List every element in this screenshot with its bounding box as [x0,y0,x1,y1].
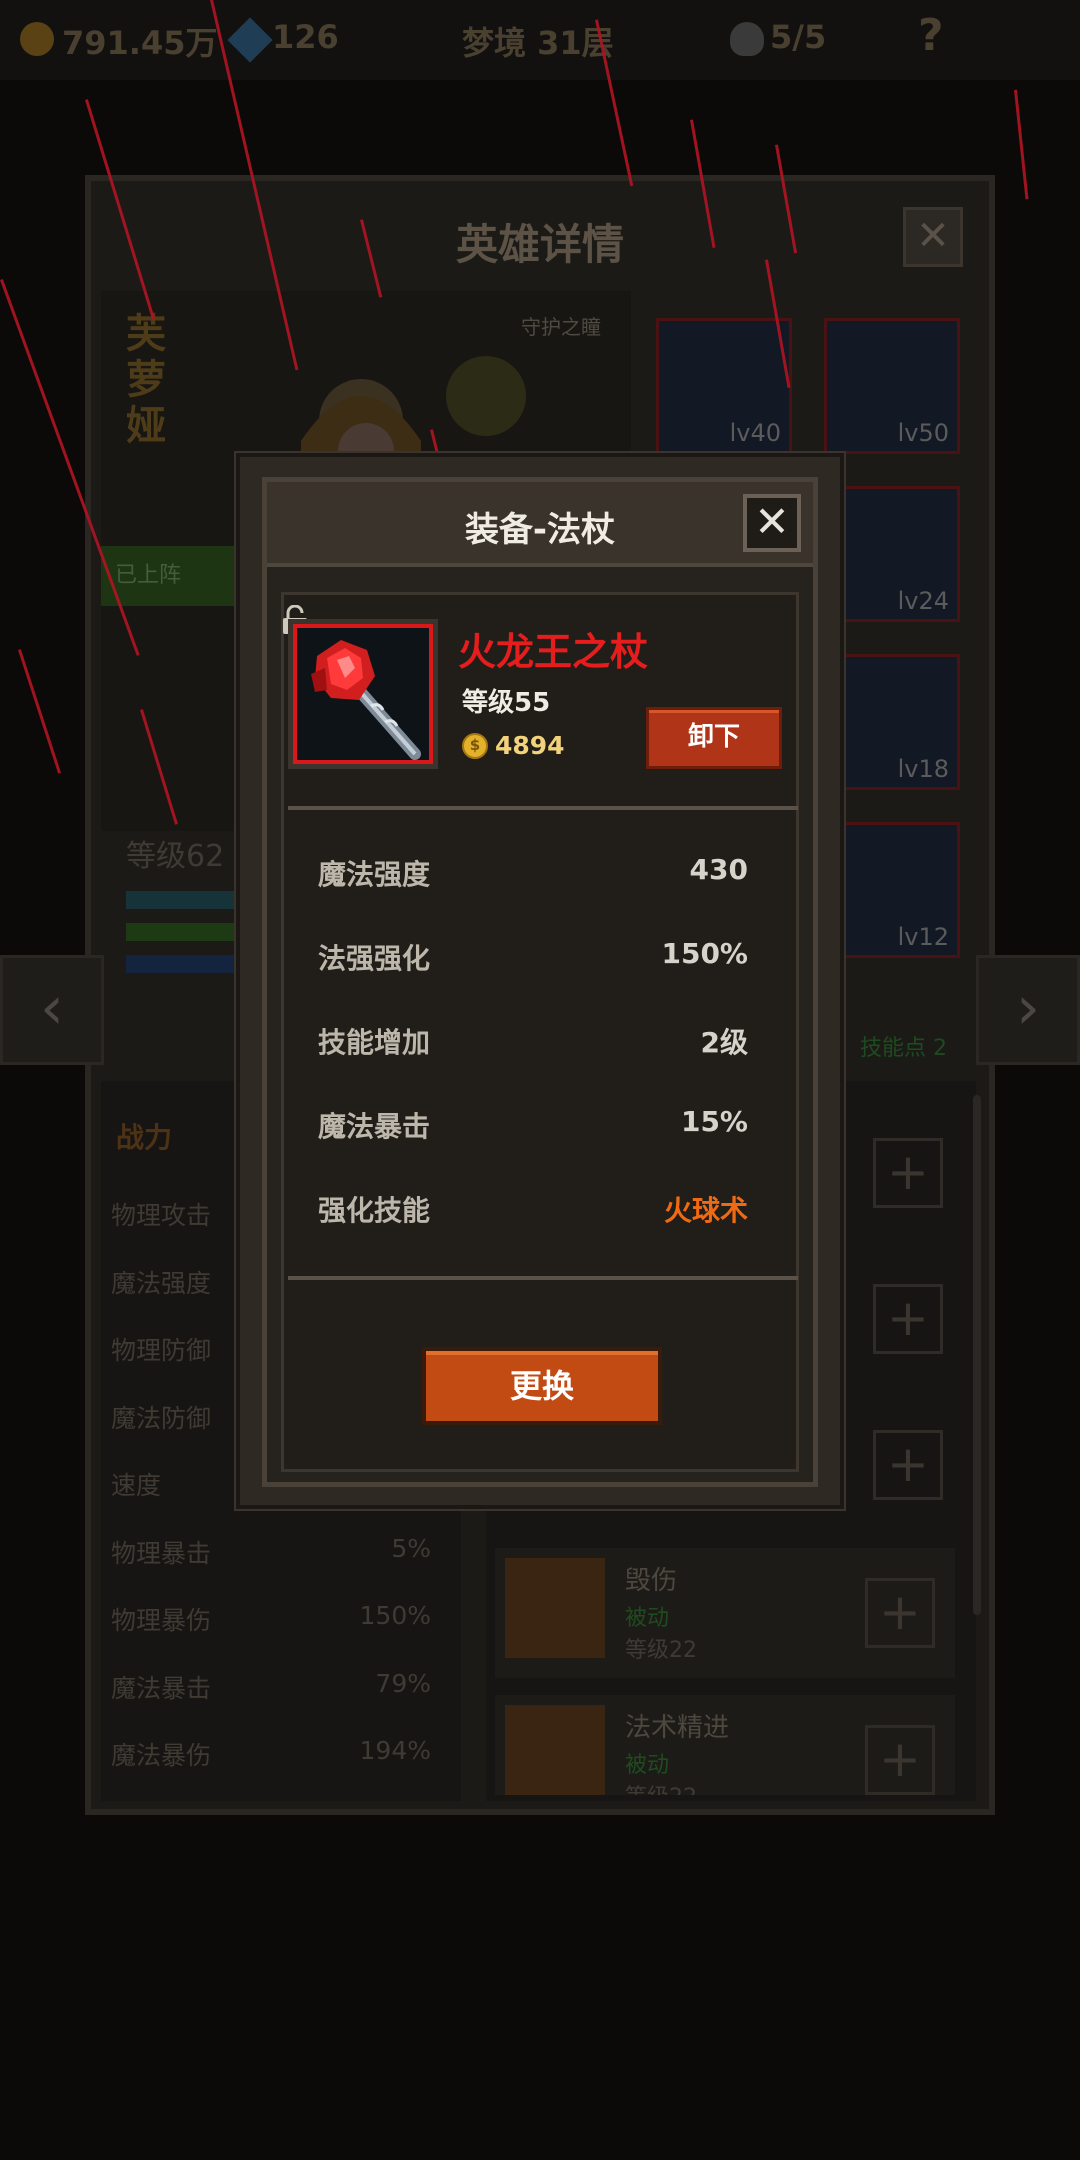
skill-upgrade-button[interactable]: + [865,1578,935,1648]
fire-dragon-staff-icon [297,628,429,760]
item-price: 4894 [495,731,565,760]
skill-item[interactable]: 法术精进 被动 等级22 + [495,1695,955,1795]
skill-damage-icon [505,1558,605,1658]
attribute-value: 2级 [700,1026,748,1059]
attribute-label: 魔法强度 [318,858,431,891]
hero-panel-title: 英雄详情 [455,220,624,269]
help-button[interactable]: ? [918,10,944,61]
skill-name: 法术精进 [625,1713,730,1743]
gear-slot-necklace[interactable]: lv50 [824,318,960,454]
skill-level: 等级22 [625,1638,697,1663]
skill-type: 被动 [625,1753,670,1778]
skills-scrollbar[interactable] [973,1095,981,1615]
stat-row: 物理暴伤 150% [111,1601,431,1635]
gold-coin-icon: $ [462,733,488,759]
gear-slot-ring[interactable]: lv18 [824,654,960,790]
exp-bar [126,923,236,941]
skill-upgrade-button[interactable]: + [865,1725,935,1795]
skill-upgrade-button[interactable]: + [873,1430,943,1500]
gear-slot-armor[interactable]: lv24 [824,486,960,622]
attribute-value: 430 [689,853,748,886]
hero-name: 芙萝娅 [126,311,166,449]
skull-count: 5/5 [770,18,827,56]
equipment-dialog: 装备-法杖 ✕ 火龙王之杖 等级55 $ 4894 卸下 魔法强度 430 法强… [236,453,844,1509]
skill-type: 被动 [625,1606,670,1631]
skill-item[interactable]: 毁伤 被动 等级22 + [495,1548,955,1678]
attribute-label: 魔法暴击 [318,1110,431,1143]
skill-spell-mastery-icon [505,1705,605,1795]
guardian-label: 守护之瞳 [521,315,601,339]
rain-streak [18,649,62,774]
hero-level: 等级62 [126,839,225,874]
unequip-button[interactable]: 卸下 [646,707,782,769]
attribute-row: 强化技能 火球术 [318,1189,748,1229]
item-slot[interactable] [288,619,438,769]
staff-item-icon [293,624,433,764]
next-hero-button[interactable]: › [976,955,1080,1065]
dialog-header: 装备-法杖 ✕ [267,482,813,567]
attribute-label: 法强强化 [318,942,431,975]
attribute-row: 魔法强度 430 [318,853,748,893]
dialog-close-button[interactable]: ✕ [743,494,801,552]
top-resource-bar: 791.45万 126 梦境 31层 5/5 ? [0,0,1080,80]
enhanced-skill-value: 火球术 [663,1194,748,1227]
gem-amount: 126 [272,18,339,56]
item-name: 火龙王之杖 [458,630,649,674]
gear-slot-shield[interactable]: lv12 [824,822,960,958]
replace-button[interactable]: 更换 [422,1347,662,1425]
attribute-label: 强化技能 [318,1194,431,1227]
attribute-row: 技能增加 2级 [318,1021,748,1061]
dialog-title: 装备-法杖 [464,510,616,550]
hero-stat-bars [126,891,236,987]
divider [288,806,798,810]
stage-label: 梦境 31层 [462,24,614,62]
stat-row: 魔法暴击 79% [111,1669,431,1703]
attribute-value: 150% [661,937,748,970]
deployed-badge: 已上阵 [101,546,241,606]
prev-hero-button[interactable]: ‹ [0,955,104,1065]
attribute-value: 15% [680,1105,748,1138]
skill-level: 等级22 [625,1779,697,1795]
attribute-label: 技能增加 [318,1026,431,1059]
attribute-row: 法强强化 150% [318,937,748,977]
skill-name: 毁伤 [625,1566,678,1596]
rain-streak [1014,89,1029,200]
skill-upgrade-button[interactable]: + [873,1138,943,1208]
attribute-row: 魔法暴击 15% [318,1105,748,1145]
hero-panel-close-button[interactable]: ✕ [903,207,963,267]
hp-bar [126,891,236,909]
power-label: 战力 [116,1121,173,1154]
gold-amount: 791.45万 [62,24,218,62]
stat-row: 魔法暴伤 194% [111,1736,431,1770]
gear-slot-helmet[interactable]: lv40 [656,318,792,454]
mp-bar [126,955,236,973]
stat-row: 物理暴击 5% [111,1534,431,1568]
item-level: 等级55 [462,688,551,718]
gold-coin-icon [20,22,54,56]
skill-points: 技能点 2 [860,1036,947,1061]
skill-upgrade-button[interactable]: + [873,1284,943,1354]
skull-icon [730,22,764,56]
divider [288,1276,798,1280]
gem-icon [227,17,273,63]
